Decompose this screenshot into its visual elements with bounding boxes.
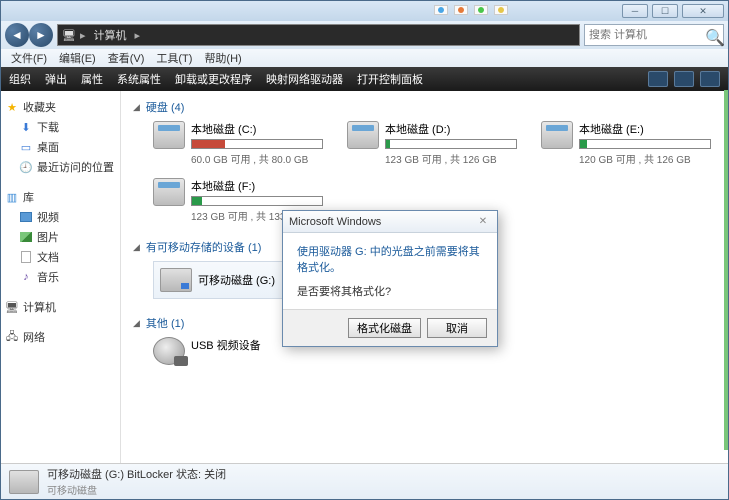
cmd-map-drive[interactable]: 映射网络驱动器 [266,71,343,87]
download-icon: ⬇ [19,120,33,134]
chevron-right-icon: ▸ [135,29,141,42]
library-icon: ▥ [5,190,19,204]
format-disk-button[interactable]: 格式化磁盘 [348,318,421,338]
help-icon[interactable] [700,71,720,87]
cmd-properties[interactable]: 属性 [81,71,103,87]
hard-drive-icon [347,121,379,149]
drive-local-2[interactable]: 本地磁盘 (E:) 120 GB 可用 , 共 126 GB [541,121,711,166]
status-bar: 可移动磁盘 (G:) BitLocker 状态: 关闭 可移动磁盘 [1,463,728,499]
computer-icon: 🖥 [5,300,19,314]
sidebar-item-videos[interactable]: 视频 [5,207,116,227]
menu-tools[interactable]: 工具(T) [150,50,198,66]
sidebar-computer[interactable]: 🖥计算机 [5,297,116,317]
hard-drive-icon [153,178,185,206]
sidebar-item-pictures[interactable]: 图片 [5,227,116,247]
video-icon [19,210,33,224]
dialog-secondary-text: 是否要将其格式化? [297,283,483,299]
capacity-bar [191,139,323,149]
preview-pane-icon[interactable] [674,71,694,87]
drive-free-text: 123 GB 可用 , 共 126 GB [385,151,517,166]
section-hard-drives[interactable]: ◢硬盘 (4) [133,97,716,117]
capacity-bar [579,139,711,149]
search-input[interactable] [589,29,701,41]
back-button[interactable]: ◄ [5,23,29,47]
drive-free-text: 120 GB 可用 , 共 126 GB [579,151,711,166]
nav-row: ◄ ► 🖥 ▸ 计算机 ▸ 🔍 [1,21,728,49]
hard-drive-icon [541,121,573,149]
maximize-button[interactable]: ☐ [652,4,678,18]
command-bar: 组织 弹出 属性 系统属性 卸载或更改程序 映射网络驱动器 打开控制面板 [1,67,728,91]
removable-drive-icon [160,268,192,292]
cmd-control-panel[interactable]: 打开控制面板 [357,71,423,87]
drive-label: 本地磁盘 (E:) [579,121,711,137]
drive-label: 可移动磁盘 (G:) [198,272,275,288]
menu-help[interactable]: 帮助(H) [198,50,247,66]
ext-tab [454,5,468,15]
breadcrumb-icon: 🖥 [62,28,76,42]
status-line-1: 可移动磁盘 (G:) BitLocker 状态: 关闭 [47,466,226,482]
network-icon: 🖧 [5,330,19,344]
drive-label: 本地磁盘 (D:) [385,121,517,137]
dialog-titlebar[interactable]: Microsoft Windows ✕ [283,211,497,233]
chevron-right-icon: ▸ [80,29,86,42]
minimize-button[interactable]: ─ [622,4,648,18]
status-line-2: 可移动磁盘 [47,482,226,497]
hard-drive-icon [153,121,185,149]
cmd-system-properties[interactable]: 系统属性 [117,71,161,87]
window-titlebar: ─ ☐ ✕ [1,1,728,21]
sidebar-item-desktop[interactable]: ▭桌面 [5,137,116,157]
sidebar-libraries[interactable]: ▥库 [5,187,116,207]
sidebar-favorites[interactable]: ★收藏夹 [5,97,116,117]
capacity-bar [191,196,323,206]
ext-tab [474,5,488,15]
cmd-uninstall[interactable]: 卸载或更改程序 [175,71,252,87]
dialog-close-button[interactable]: ✕ [475,215,491,229]
drive-label: 本地磁盘 (C:) [191,121,323,137]
drive-label: 本地磁盘 (F:) [191,178,323,194]
collapse-icon: ◢ [133,318,140,329]
drive-local-0[interactable]: 本地磁盘 (C:) 60.0 GB 可用 , 共 80.0 GB [153,121,323,166]
search-icon: 🔍 [705,28,719,42]
menu-bar: 文件(F) 编辑(E) 查看(V) 工具(T) 帮助(H) [1,49,728,67]
ext-tab [494,5,508,15]
sidebar-item-music[interactable]: ♪音乐 [5,267,116,287]
recent-icon: 🕘 [19,160,33,174]
dialog-main-text: 使用驱动器 G: 中的光盘之前需要将其格式化。 [297,243,483,275]
sidebar-item-recent[interactable]: 🕘最近访问的位置 [5,157,116,177]
close-button[interactable]: ✕ [682,4,724,18]
capacity-bar [385,139,517,149]
address-bar[interactable]: 🖥 ▸ 计算机 ▸ [57,24,580,46]
music-icon: ♪ [19,270,33,284]
status-drive-icon [9,470,39,494]
collapse-icon: ◢ [133,102,140,113]
ext-tab [434,5,448,15]
documents-icon [19,250,33,264]
forward-button[interactable]: ► [29,23,53,47]
pictures-icon [19,230,33,244]
breadcrumb-segment[interactable]: 计算机 [90,27,131,43]
scroll-indicator [724,90,728,450]
star-icon: ★ [5,100,19,114]
browser-tabs-hint [430,0,512,20]
dialog-title: Microsoft Windows [289,216,381,228]
cancel-button[interactable]: 取消 [427,318,487,338]
drive-free-text: 60.0 GB 可用 , 共 80.0 GB [191,151,323,166]
collapse-icon: ◢ [133,242,140,253]
sidebar-item-downloads[interactable]: ⬇下载 [5,117,116,137]
drive-local-1[interactable]: 本地磁盘 (D:) 123 GB 可用 , 共 126 GB [347,121,517,166]
menu-edit[interactable]: 编辑(E) [53,50,102,66]
format-dialog: Microsoft Windows ✕ 使用驱动器 G: 中的光盘之前需要将其格… [282,210,498,347]
sidebar-network[interactable]: 🖧网络 [5,327,116,347]
sidebar-item-documents[interactable]: 文档 [5,247,116,267]
navigation-pane: ★收藏夹 ⬇下载 ▭桌面 🕘最近访问的位置 ▥库 视频 图片 文档 ♪音乐 🖥计… [1,91,121,463]
view-options-icon[interactable] [648,71,668,87]
menu-file[interactable]: 文件(F) [5,50,53,66]
desktop-icon: ▭ [19,140,33,154]
menu-view[interactable]: 查看(V) [102,50,151,66]
cmd-eject[interactable]: 弹出 [45,71,67,87]
search-box[interactable]: 🔍 [584,24,724,46]
camera-icon [153,337,185,365]
cmd-organize[interactable]: 组织 [9,71,31,87]
